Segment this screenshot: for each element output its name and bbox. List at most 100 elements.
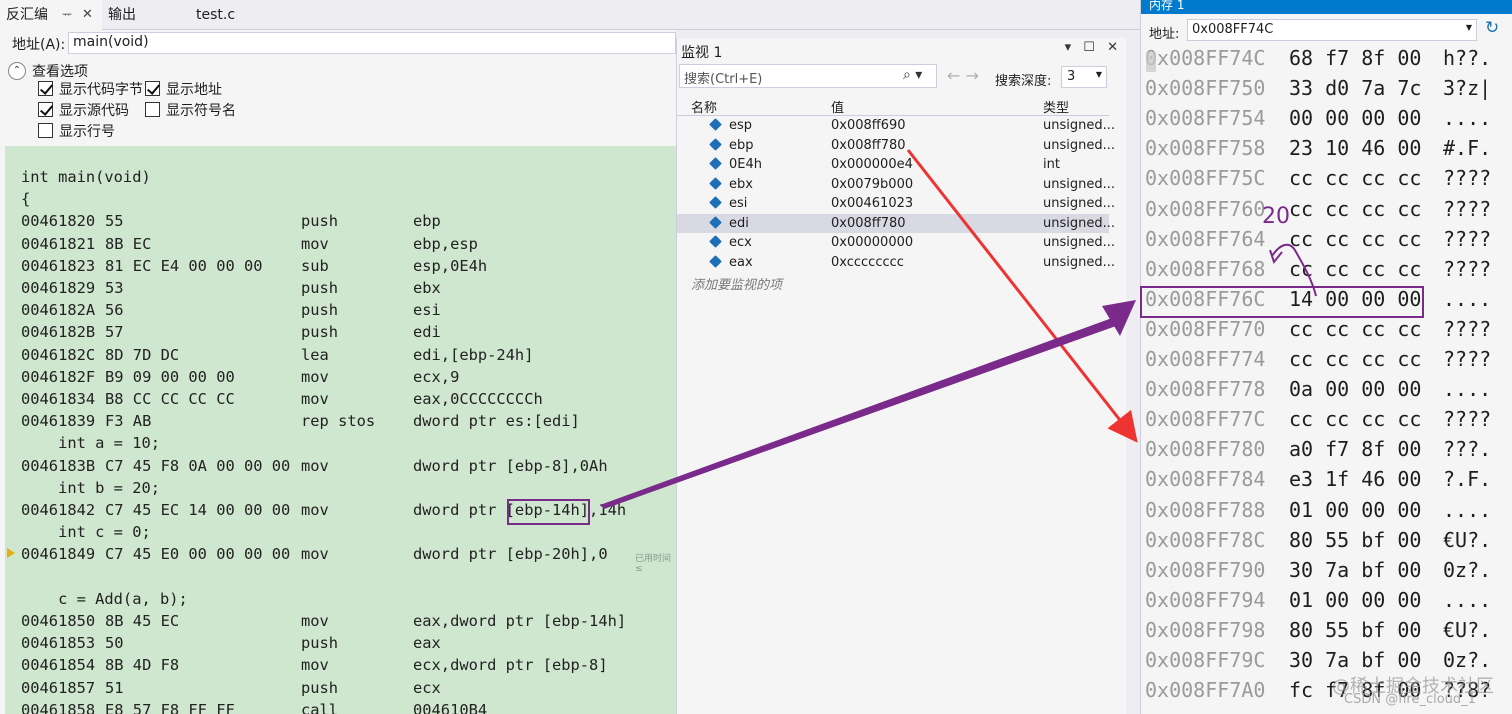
option-show-line-numbers[interactable]: 显示行号 (38, 122, 115, 142)
memory-row[interactable]: 0x008FF77C cc cc cc cc???? (1141, 407, 1512, 437)
checkbox-unchecked-icon[interactable] (38, 123, 53, 138)
asm-op: mov (301, 234, 329, 253)
pin-icon[interactable]: ᅲ (62, 0, 72, 30)
memory-address-value: 0x008FF74C (1192, 22, 1274, 37)
search-icon[interactable]: ⌕ ▾ (903, 67, 922, 83)
watch-search-input[interactable]: 搜索(Ctrl+E) (679, 64, 937, 88)
asm-addr: 00461854 (21, 656, 96, 675)
watermark-csdn: CSDN @fire_cloud_1 (1344, 692, 1476, 707)
source-line: { (21, 190, 31, 209)
memory-ascii: ???? (1443, 347, 1492, 371)
column-header-type[interactable]: 类型 (1043, 97, 1069, 116)
memory-panel: 内存 1 地址: 0x008FF74C ▼ ↻ 0x008FF74C 68 f7 … (1140, 0, 1512, 714)
memory-row[interactable]: 0x008FF788 01 00 00 00.... (1141, 498, 1512, 528)
asm-arg: ebp,esp (413, 234, 478, 253)
variable-icon (709, 196, 722, 209)
memory-row[interactable]: 0x008FF75C cc cc cc cc???? (1141, 166, 1512, 196)
option-show-address[interactable]: 显示地址 (145, 80, 222, 100)
watch-row[interactable]: eax 0xcccccccc unsigned... (677, 253, 1115, 273)
option-show-code-bytes[interactable]: 显示代码字节 (38, 80, 143, 100)
close-icon[interactable]: ✕ (1107, 40, 1118, 55)
asm-bytes: B8 CC CC CC CC (105, 390, 235, 408)
memory-row[interactable]: 0x008FF750 33 d0 7a 7c 3?z| (1141, 76, 1512, 106)
elapsed-time-hint: 已用时间 ≤ (635, 554, 672, 574)
memory-addr: 0x008FF750 (1145, 76, 1266, 101)
maximize-icon[interactable]: ☐ (1083, 40, 1095, 55)
watch-value: 0x00000000 (831, 235, 914, 250)
memory-row[interactable]: 0x008FF780 a0 f7 8f 00???. (1141, 437, 1512, 467)
asm-addr: 00461853 (21, 634, 96, 653)
memory-row[interactable]: 0x008FF770 cc cc cc cc???? (1141, 317, 1512, 347)
asm-arg: eax,dword ptr [ebp-14h] (413, 612, 627, 630)
memory-row[interactable]: 0x008FF778 0a 00 00 00.... (1141, 377, 1512, 407)
memory-row[interactable]: 0x008FF774 cc cc cc cc???? (1141, 347, 1512, 377)
memory-address-input[interactable]: 0x008FF74C ▼ (1187, 19, 1477, 41)
asm-addr: 0046182C (21, 345, 96, 364)
address-input[interactable]: main(void) (68, 32, 676, 54)
dropdown-icon[interactable]: ▾ (1065, 40, 1072, 55)
collapse-icon[interactable]: ⌃ (8, 62, 26, 80)
watch-row[interactable]: edi 0x008ff780 unsigned... (677, 213, 1115, 233)
memory-addr: 0x008FF784 (1145, 467, 1266, 492)
close-icon[interactable]: ✕ (82, 0, 93, 30)
memory-rows[interactable]: 0x008FF74C 68 f7 8f 00 h??. 0x008FF750 33 d0… (1141, 46, 1512, 714)
asm-bytes: 8B EC (105, 234, 152, 253)
memory-row[interactable]: 0x008FF768 cc cc cc cc???? (1141, 257, 1512, 287)
asm-addr: 00461858 (21, 700, 96, 714)
watch-name: 0E4h (729, 157, 762, 172)
watch-row[interactable]: esi 0x00461023 unsigned... (677, 194, 1115, 214)
asm-bytes: 56 (105, 301, 124, 320)
variable-icon (709, 118, 722, 131)
asm-arg: esi (413, 301, 441, 320)
watch-row[interactable]: ebp 0x008ff780 unsigned... (677, 136, 1115, 156)
memory-row[interactable]: 0x008FF760 cc cc cc cc???? (1141, 197, 1512, 227)
option-show-source[interactable]: 显示源代码 (38, 101, 129, 121)
checkbox-checked-icon[interactable] (38, 102, 53, 117)
highlight-box-ebp-14h (507, 499, 590, 525)
column-header-value[interactable]: 值 (831, 97, 844, 116)
memory-row[interactable]: 0x008FF754 00 00 00 00.... (1141, 106, 1512, 136)
memory-ascii: ???? (1443, 166, 1492, 191)
watch-type: unsigned... (1043, 137, 1116, 153)
refresh-icon[interactable]: ↻ (1485, 18, 1499, 38)
add-watch-item[interactable]: 添加要监视的项 (691, 274, 782, 293)
memory-row[interactable]: 0x008FF764 cc cc cc cc???? (1141, 227, 1512, 257)
checkbox-checked-icon[interactable] (145, 81, 160, 96)
tab-test-c[interactable]: test.c (190, 0, 270, 30)
checkbox-checked-icon[interactable] (38, 81, 53, 96)
watch-row[interactable]: ebx 0x0079b000 unsigned... (677, 175, 1115, 195)
watch-row[interactable]: esp 0x008ff690 unsigned... (677, 116, 1115, 136)
memory-row[interactable]: 0x008FF78C 80 55 bf 00 €U?. (1141, 528, 1512, 558)
memory-addr: 0x008FF754 (1145, 106, 1266, 131)
memory-bytes: cc cc cc cc (1289, 256, 1422, 281)
memory-row[interactable]: 0x008FF794 01 00 00 00.... (1141, 588, 1512, 618)
asm-bytes: 81 EC E4 00 00 00 (105, 256, 263, 275)
tab-output[interactable]: 输出 (102, 0, 182, 30)
disassembly-code-view[interactable]: int main(void) {00461820 55 push ebp 00461821… (5, 146, 676, 714)
option-label: 显示符号名 (166, 103, 236, 119)
asm-arg: eax (413, 634, 441, 653)
memory-row[interactable]: 0x008FF784 e3 1f 46 00 ?.F. (1141, 467, 1512, 497)
watch-row[interactable]: ecx 0x00000000 unsigned... (677, 233, 1115, 253)
asm-bytes: E8 57 F8 FF FF (105, 700, 235, 714)
memory-bytes: cc cc cc cc (1289, 226, 1422, 251)
memory-addr: 0x008FF74C (1145, 46, 1266, 70)
memory-row[interactable]: 0x008FF790 30 7a bf 00 0z?. (1141, 558, 1512, 588)
search-nav-arrows-icon[interactable]: ← → (947, 66, 979, 85)
search-depth-select[interactable]: 3 ▼ (1061, 66, 1107, 88)
watch-title: 监视 1 (681, 45, 723, 61)
watch-type: int (1043, 157, 1060, 172)
variable-icon (709, 235, 722, 248)
memory-bytes: 00 00 00 00 (1289, 106, 1422, 131)
memory-row[interactable]: 0x008FF798 80 55 bf 00 €U?. (1141, 618, 1512, 648)
memory-addr: 0x008FF78C (1145, 527, 1266, 552)
column-header-name[interactable]: 名称 (691, 97, 717, 116)
memory-row[interactable]: 0x008FF74C 68 f7 8f 00 h??. (1141, 46, 1512, 76)
memory-row[interactable]: 0x008FF758 23 10 46 00 #.F. (1141, 136, 1512, 166)
disassembly-panel: 地址(A): main(void) ⌃ 查看选项 显示代码字节 显示地址 显示源… (0, 30, 676, 714)
watch-row[interactable]: 0E4h 0x000000e4 int (677, 155, 1109, 175)
checkbox-unchecked-icon[interactable] (145, 102, 160, 117)
tab-disassembly[interactable]: 反汇编 ᅲ ✕ (0, 0, 102, 30)
asm-addr: 00461850 (21, 612, 96, 630)
option-show-symbol-names[interactable]: 显示符号名 (145, 101, 236, 121)
